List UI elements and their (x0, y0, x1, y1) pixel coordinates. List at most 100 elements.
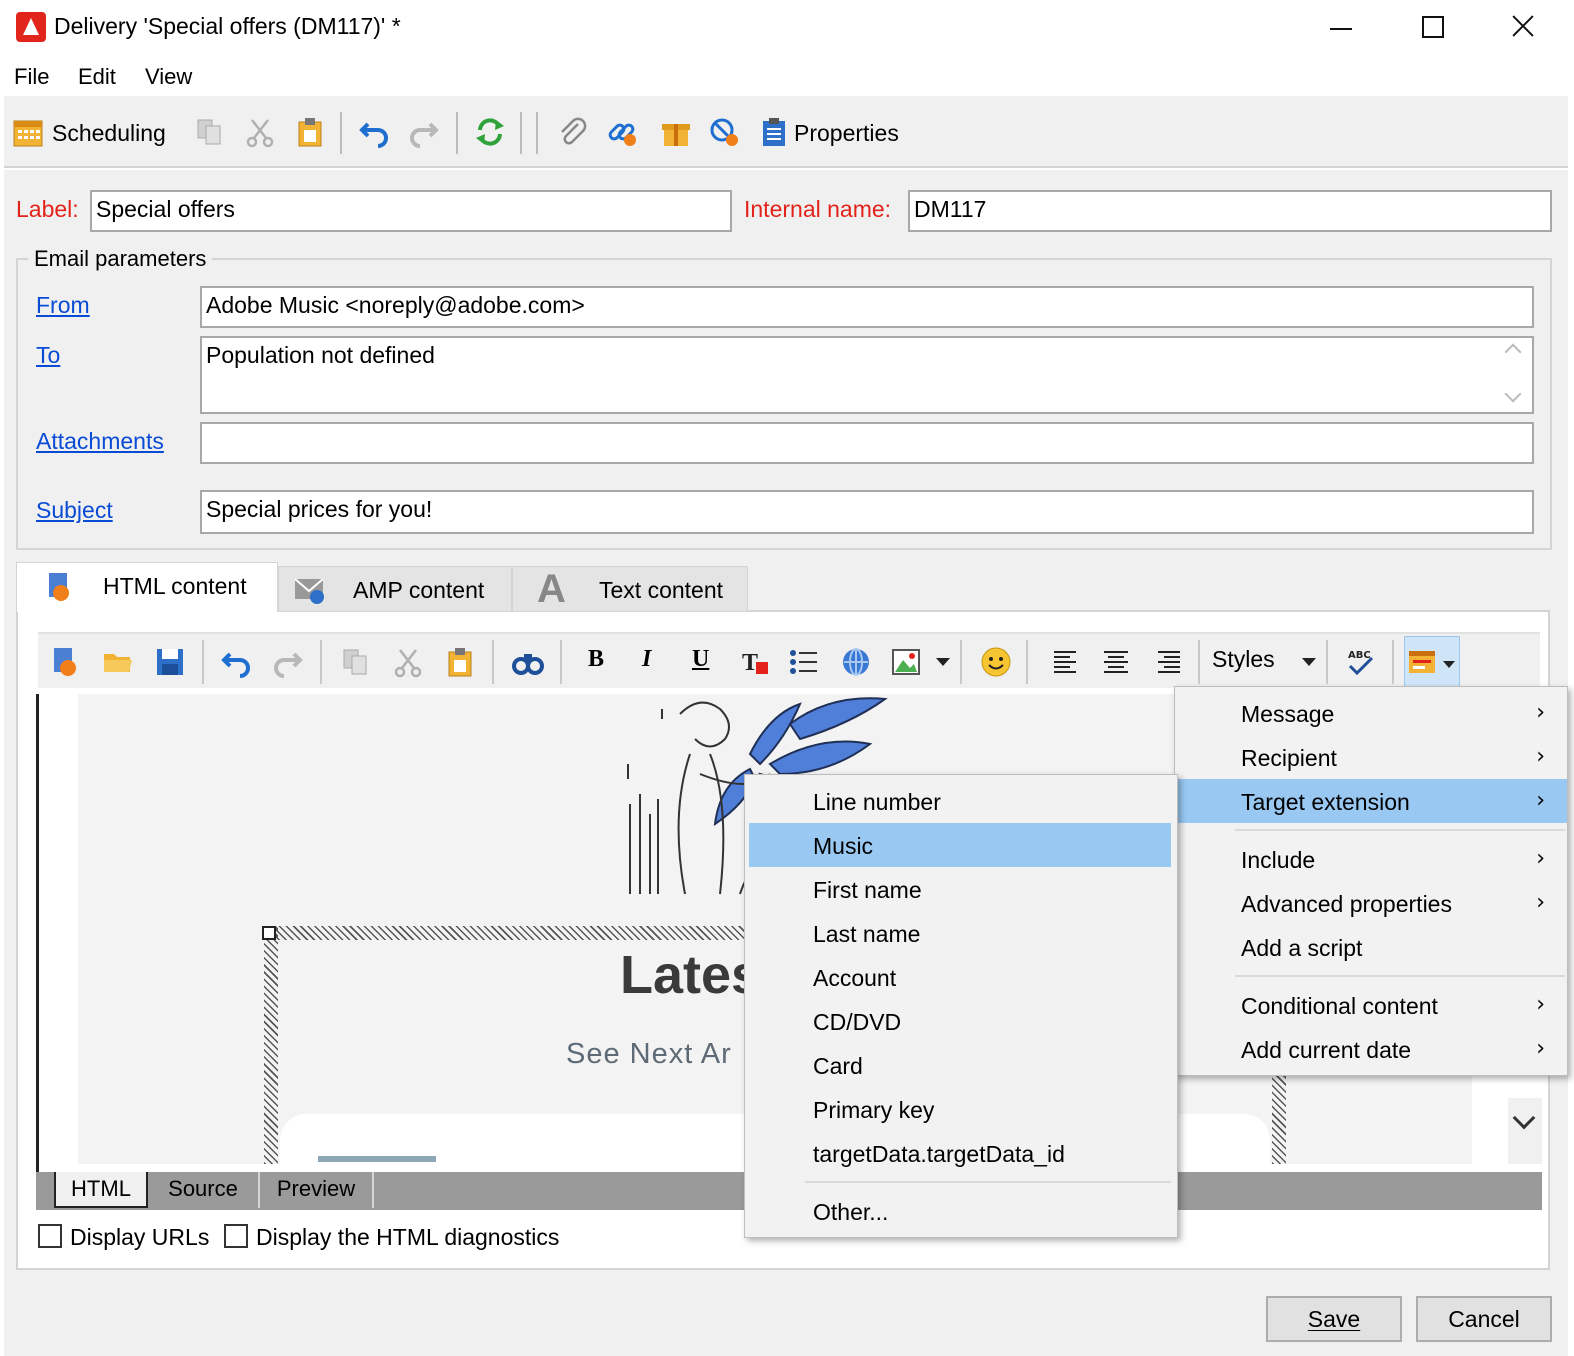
save-icon[interactable] (154, 646, 186, 678)
properties-button[interactable]: Properties (794, 120, 899, 147)
submenu-item-first-name[interactable]: First name (749, 867, 1171, 911)
submenu-item-account[interactable]: Account (749, 955, 1171, 999)
menu-item-target-extension[interactable]: Target extension › (1175, 779, 1567, 823)
paste-icon[interactable] (444, 646, 476, 678)
redo-icon[interactable] (272, 646, 304, 678)
submenu-item-card[interactable]: Card (749, 1043, 1171, 1087)
display-diagnostics-label: Display the HTML diagnostics (256, 1224, 560, 1250)
paste-icon[interactable] (294, 116, 328, 150)
scheduling-button[interactable]: Scheduling (52, 120, 166, 147)
copy-icon[interactable] (340, 646, 372, 678)
submenu-item-line-number[interactable]: Line number (749, 779, 1171, 823)
personalization-button[interactable] (1404, 636, 1460, 688)
align-center-icon[interactable] (1100, 646, 1132, 678)
underline-icon[interactable]: U (692, 646, 709, 673)
proof-icon[interactable] (708, 116, 742, 150)
emoji-icon[interactable] (980, 646, 1012, 678)
tab-html-content[interactable]: HTML content (16, 562, 278, 612)
tab-text-content-label: Text content (599, 577, 724, 603)
editor-scroll-down-button[interactable] (1508, 1098, 1542, 1164)
styles-dropdown-arrow-icon[interactable] (1302, 658, 1316, 666)
italic-icon[interactable]: I (642, 646, 651, 673)
tab-source-mode[interactable]: Source (150, 1172, 256, 1208)
cut-icon[interactable] (244, 116, 278, 150)
find-binoculars-icon[interactable] (512, 646, 544, 678)
toolbar-separator (520, 112, 522, 154)
save-button-label: Save (1307, 1306, 1361, 1332)
scroll-up-icon[interactable] (1504, 343, 1522, 361)
bullet-list-icon[interactable] (788, 646, 820, 678)
menu-item-include[interactable]: Include › (1175, 837, 1567, 881)
redo-icon[interactable] (408, 116, 442, 150)
image-dropdown-arrow-icon[interactable] (936, 658, 950, 666)
cancel-button[interactable]: Cancel (1416, 1296, 1552, 1342)
submenu-item-last-name[interactable]: Last name (749, 911, 1171, 955)
menu-view[interactable]: View (145, 64, 192, 90)
tab-preview-mode[interactable]: Preview (258, 1172, 374, 1208)
menu-item-add-script[interactable]: Add a script (1175, 925, 1567, 969)
internal-name-input[interactable]: DM117 (908, 190, 1552, 232)
submenu-item-music[interactable]: Music (749, 823, 1171, 867)
open-folder-icon[interactable] (102, 646, 134, 678)
menu-file[interactable]: File (14, 64, 49, 90)
tab-html-mode[interactable]: HTML (54, 1172, 148, 1208)
attachment-icon[interactable] (556, 116, 590, 150)
align-right-icon[interactable] (1152, 646, 1184, 678)
tab-text-content[interactable]: A Text content (512, 566, 748, 612)
new-document-icon[interactable] (50, 646, 82, 678)
personalization-dropdown-arrow-icon[interactable] (1443, 661, 1455, 668)
insert-link-globe-icon[interactable] (840, 646, 872, 678)
minimize-button[interactable] (1310, 8, 1370, 48)
from-link[interactable]: From (36, 292, 90, 319)
chevron-right-icon: › (1536, 788, 1545, 813)
undo-icon[interactable] (220, 646, 252, 678)
subject-link[interactable]: Subject (36, 497, 113, 524)
html-content-icon (45, 571, 75, 603)
align-left-icon[interactable] (1050, 646, 1082, 678)
from-field[interactable]: Adobe Music <noreply@adobe.com> (200, 286, 1534, 328)
refresh-icon[interactable] (474, 116, 508, 150)
menu-edit[interactable]: Edit (78, 64, 116, 90)
styles-dropdown[interactable]: Styles (1212, 646, 1275, 673)
submenu-item-target-data-id[interactable]: targetData.targetData_id (749, 1131, 1171, 1175)
tab-amp-content[interactable]: AMP content (278, 566, 512, 612)
bold-icon[interactable]: B (588, 646, 604, 673)
gift-icon[interactable] (660, 116, 694, 150)
submenu-item-other[interactable]: Other... (749, 1189, 1171, 1233)
toolbar-separator (1198, 640, 1200, 684)
submenu-item-label: Last name (813, 921, 921, 947)
svg-text:T: T (742, 650, 758, 676)
subject-field[interactable]: Special prices for you! (200, 490, 1534, 534)
submenu-item-primary-key[interactable]: Primary key (749, 1087, 1171, 1131)
save-button[interactable]: Save (1266, 1296, 1402, 1342)
tab-html-content-label: HTML content (103, 573, 247, 599)
menu-item-advanced-properties[interactable]: Advanced properties › (1175, 881, 1567, 925)
properties-icon[interactable] (758, 116, 792, 150)
calendar-icon[interactable] (12, 116, 46, 150)
scroll-down-icon[interactable] (1504, 385, 1522, 403)
cut-icon[interactable] (392, 646, 424, 678)
toolbar-separator (456, 112, 458, 154)
undo-icon[interactable] (358, 116, 392, 150)
selection-handle[interactable] (262, 926, 276, 940)
menu-item-conditional-content[interactable]: Conditional content › (1175, 983, 1567, 1027)
label-input[interactable]: Special offers (90, 190, 732, 232)
copy-icon[interactable] (194, 116, 228, 150)
insert-image-icon[interactable] (890, 646, 922, 678)
menu-item-message[interactable]: Message › (1175, 691, 1567, 735)
attachments-field[interactable] (200, 422, 1534, 464)
to-field-scrollbar[interactable] (1500, 340, 1530, 410)
display-diagnostics-checkbox[interactable] (224, 1224, 248, 1248)
display-urls-checkbox[interactable] (38, 1224, 62, 1248)
menu-item-add-current-date[interactable]: Add current date › (1175, 1027, 1567, 1071)
to-field[interactable]: Population not defined (200, 336, 1534, 414)
text-color-icon[interactable]: T (740, 646, 772, 678)
maximize-button[interactable] (1400, 8, 1460, 48)
close-button[interactable] (1492, 8, 1552, 48)
submenu-item-cd-dvd[interactable]: CD/DVD (749, 999, 1171, 1043)
to-link[interactable]: To (36, 342, 60, 369)
menu-item-recipient[interactable]: Recipient › (1175, 735, 1567, 779)
spell-check-icon[interactable]: ABC (1344, 646, 1376, 678)
link-icon[interactable] (606, 116, 640, 150)
attachments-link[interactable]: Attachments (36, 428, 164, 455)
